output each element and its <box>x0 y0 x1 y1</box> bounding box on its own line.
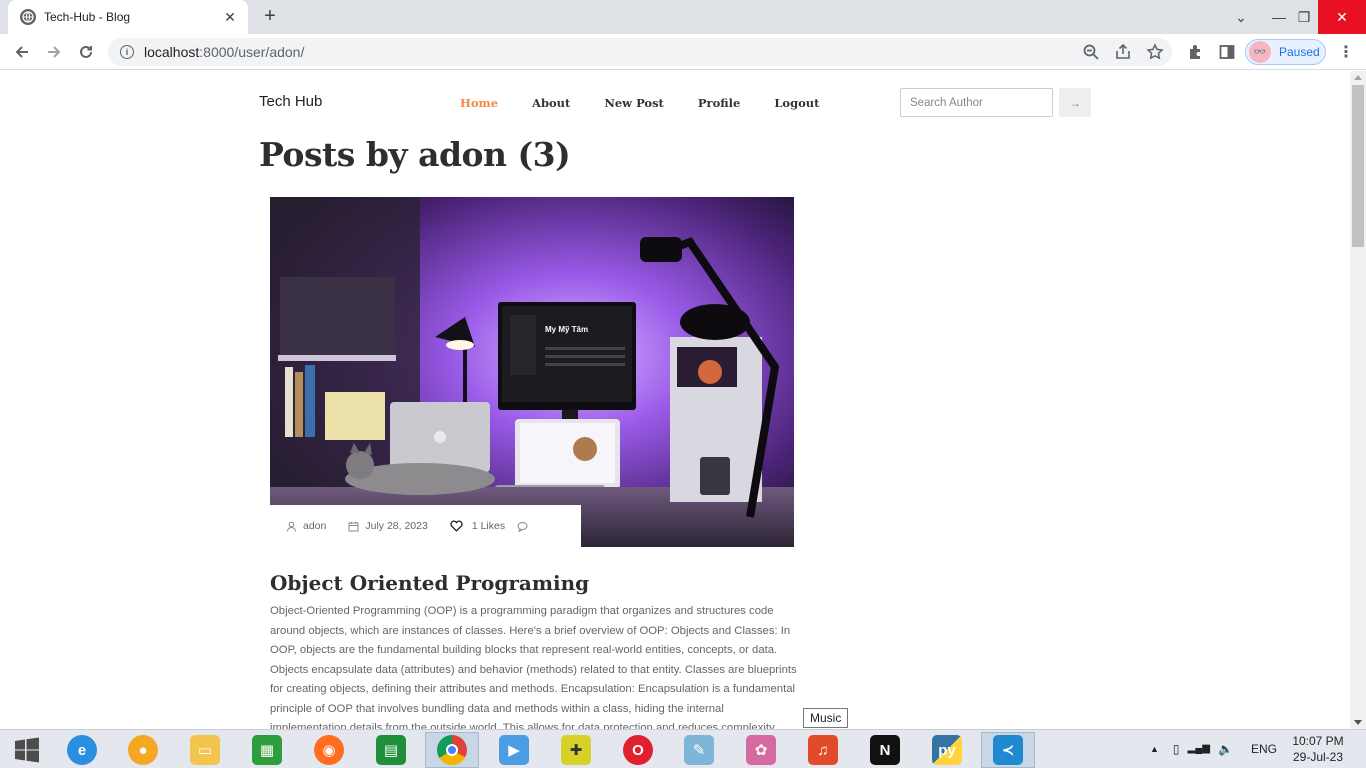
taskbar-tooltip: Music <box>803 708 849 728</box>
volume-icon[interactable]: 🔈 <box>1218 742 1233 756</box>
taskbar-clock[interactable]: 10:07 PM 29-Jul-23 <box>1288 733 1348 765</box>
web-page: Tech Hub Home About New Post Profile Log… <box>0 71 1350 729</box>
tab-title: Tech-Hub - Blog <box>44 10 131 24</box>
firefox-icon[interactable]: ◉ <box>302 732 356 768</box>
clock-date: 29-Jul-23 <box>1292 750 1344 764</box>
comment-icon[interactable] <box>517 521 528 532</box>
share-icon[interactable] <box>1111 40 1135 64</box>
nav-profile[interactable]: Profile <box>698 96 740 110</box>
page-title: Posts by adon (3) <box>259 135 571 174</box>
site-logo[interactable]: Tech Hub <box>259 93 322 110</box>
tray-overflow-icon[interactable]: ▲ <box>1150 744 1159 754</box>
menu-kebab-icon[interactable]: ⋮ <box>1334 40 1358 64</box>
browser-tab-strip: Tech-Hub - Blog ✕ + ⌄ — ❐ ✕ <box>0 0 1366 34</box>
profile-status: Paused <box>1279 45 1320 59</box>
zoom-icon[interactable] <box>1079 40 1103 64</box>
notepad-icon[interactable]: ✎ <box>672 732 726 768</box>
back-icon[interactable] <box>10 40 34 64</box>
extensions-icon[interactable] <box>1183 40 1207 64</box>
internet-explorer-icon[interactable]: e <box>55 732 109 768</box>
close-window-button[interactable]: ✕ <box>1318 0 1366 34</box>
opera-icon[interactable]: O <box>611 732 665 768</box>
search-submit-button[interactable]: → <box>1059 88 1091 117</box>
post-featured-image[interactable]: My Mỹ Tâm <box>270 197 794 547</box>
scroll-down-arrow-icon[interactable] <box>1354 720 1362 725</box>
post-title[interactable]: Object Oriented Programing <box>270 571 589 595</box>
video-player-icon[interactable]: ▶ <box>487 732 541 768</box>
close-tab-icon[interactable]: ✕ <box>222 9 238 26</box>
python-icon[interactable]: py <box>920 732 974 768</box>
monitor-screen-text: My Mỹ Tâm <box>545 325 588 334</box>
avatar: 👓 <box>1249 41 1271 63</box>
scroll-up-arrow-icon[interactable] <box>1354 75 1362 80</box>
post-excerpt: Object-Oriented Programming (OOP) is a p… <box>270 605 797 729</box>
nav-about[interactable]: About <box>532 96 570 110</box>
site-info-icon[interactable]: i <box>120 45 134 59</box>
post-author[interactable]: adon <box>303 520 326 532</box>
side-panel-icon[interactable] <box>1215 40 1239 64</box>
restore-button[interactable]: ❐ <box>1290 0 1318 34</box>
globe-icon <box>20 9 36 25</box>
heart-icon[interactable] <box>450 520 463 532</box>
tab-search-icon[interactable]: ⌄ <box>1226 0 1256 34</box>
vscode-icon[interactable]: ≺ <box>981 732 1035 768</box>
start-button[interactable] <box>0 732 54 768</box>
media-player-icon[interactable]: ● <box>116 732 170 768</box>
photo-app-icon[interactable]: ✿ <box>734 732 788 768</box>
post-likes: 1 Likes <box>471 520 506 532</box>
url-path: :8000/user/adon/ <box>199 44 305 60</box>
calendar-icon <box>348 521 359 531</box>
installer-icon[interactable]: ✚ <box>549 732 603 768</box>
page-scrollbar[interactable] <box>1350 71 1366 729</box>
post-date: July 28, 2023 <box>365 520 428 532</box>
nav-logout[interactable]: Logout <box>774 96 819 110</box>
reload-icon[interactable] <box>74 40 98 64</box>
battery-icon[interactable]: ▯ <box>1173 742 1180 756</box>
windows-logo-icon <box>15 737 39 763</box>
author-search-input[interactable]: Search Author <box>900 88 1053 117</box>
new-tab-button[interactable]: + <box>258 6 282 28</box>
address-bar[interactable]: i localhost:8000/user/adon/ <box>108 38 1172 66</box>
forward-icon[interactable] <box>42 40 66 64</box>
url-host: localhost <box>144 44 200 60</box>
music-app-icon[interactable]: ♫ <box>796 732 850 768</box>
browser-toolbar: i localhost:8000/user/adon/ 👓 Paused ⋮ <box>0 34 1366 70</box>
nav-new-post[interactable]: New Post <box>604 96 664 110</box>
arrow-right-icon: → <box>1069 95 1081 110</box>
system-tray: ▲ ▯ ▂▄▆ 🔈 ENG <box>1150 729 1277 768</box>
post-meta: adon July 28, 2023 1 Likes <box>270 505 581 547</box>
bookmark-star-icon[interactable] <box>1143 40 1167 64</box>
browser-tab[interactable]: Tech-Hub - Blog ✕ <box>8 0 248 34</box>
chrome-icon[interactable] <box>425 732 479 768</box>
wifi-signal-icon[interactable]: ▂▄▆ <box>1188 743 1210 754</box>
clock-time: 10:07 PM <box>1292 734 1344 748</box>
need-for-speed-icon[interactable]: N <box>858 732 912 768</box>
main-nav: Home About New Post Profile Logout <box>460 96 853 110</box>
store-icon[interactable]: ▤ <box>364 732 418 768</box>
file-explorer-icon[interactable]: ▭ <box>178 732 232 768</box>
nav-home[interactable]: Home <box>460 96 498 110</box>
user-icon <box>287 521 296 532</box>
scrollbar-thumb[interactable] <box>1352 85 1364 247</box>
language-indicator[interactable]: ENG <box>1251 742 1277 756</box>
profile-button[interactable]: 👓 Paused <box>1245 39 1326 65</box>
calculator-icon[interactable]: ▦ <box>240 732 294 768</box>
